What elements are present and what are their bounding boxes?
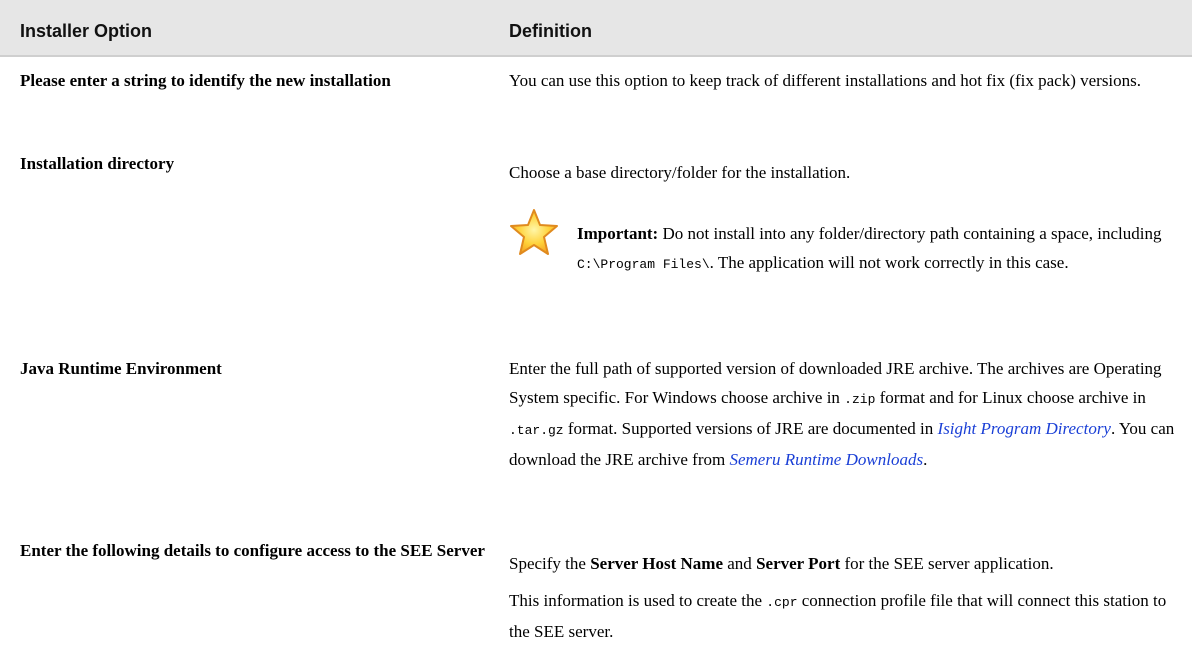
targz-code: .tar.gz [509, 423, 564, 438]
jre-text-5: . [923, 450, 928, 469]
see-text-2a: This information is used to create the [509, 591, 763, 610]
important-note: Important: Do not install into any folde… [509, 208, 1191, 326]
jre-text-2: format and for Linux choose archive in [879, 388, 1146, 407]
semeru-runtime-downloads-link[interactable]: Semeru Runtime Downloads [729, 450, 923, 469]
see-text-1a: Specify the [509, 554, 586, 573]
row3-option: Java Runtime Environment [20, 359, 222, 378]
header-definition: Definition [509, 21, 592, 41]
row2-option: Installation directory [20, 154, 175, 173]
row4-definition: Specify the Server Host Name and Server … [509, 549, 1191, 646]
isight-program-directory-link[interactable]: Isight Program Directory [938, 419, 1111, 438]
see-paragraph-1: Specify the Server Host Name and Server … [509, 549, 1191, 578]
star-icon [510, 209, 558, 255]
header-installer-option: Installer Option [20, 21, 153, 41]
row1-option: Please enter a string to identify the ne… [20, 71, 391, 90]
cpr-code: .cpr [766, 595, 798, 610]
zip-code: .zip [844, 392, 876, 407]
table-header: Installer Option Definition [0, 0, 1192, 57]
row1-definition: You can use this option to keep track of… [509, 71, 1142, 90]
see-paragraph-2: This information is used to create the .… [509, 586, 1191, 646]
see-text-1c: for the SEE server application. [844, 554, 1054, 573]
server-host-name-label: Server Host Name [590, 554, 724, 573]
program-files-path: C:\Program Files\ [577, 257, 710, 272]
installer-options-table: Installer Option Definition Please enter… [0, 0, 1192, 652]
row3-definition: Enter the full path of supported version… [509, 354, 1191, 474]
important-note-text: Important: Do not install into any folde… [577, 219, 1187, 279]
server-port-label: Server Port [756, 554, 841, 573]
row4-option: Enter the following details to configure… [20, 541, 485, 560]
important-text-1: Do not install into any folder/directory… [662, 224, 1162, 243]
row2-definition: Choose a base directory/folder for the i… [509, 163, 851, 182]
important-text-2: . The application will not work correctl… [709, 253, 1069, 272]
important-label: Important: [577, 224, 659, 243]
see-text-1b: and [727, 554, 752, 573]
jre-text-3: format. Supported versions of JRE are do… [567, 419, 934, 438]
